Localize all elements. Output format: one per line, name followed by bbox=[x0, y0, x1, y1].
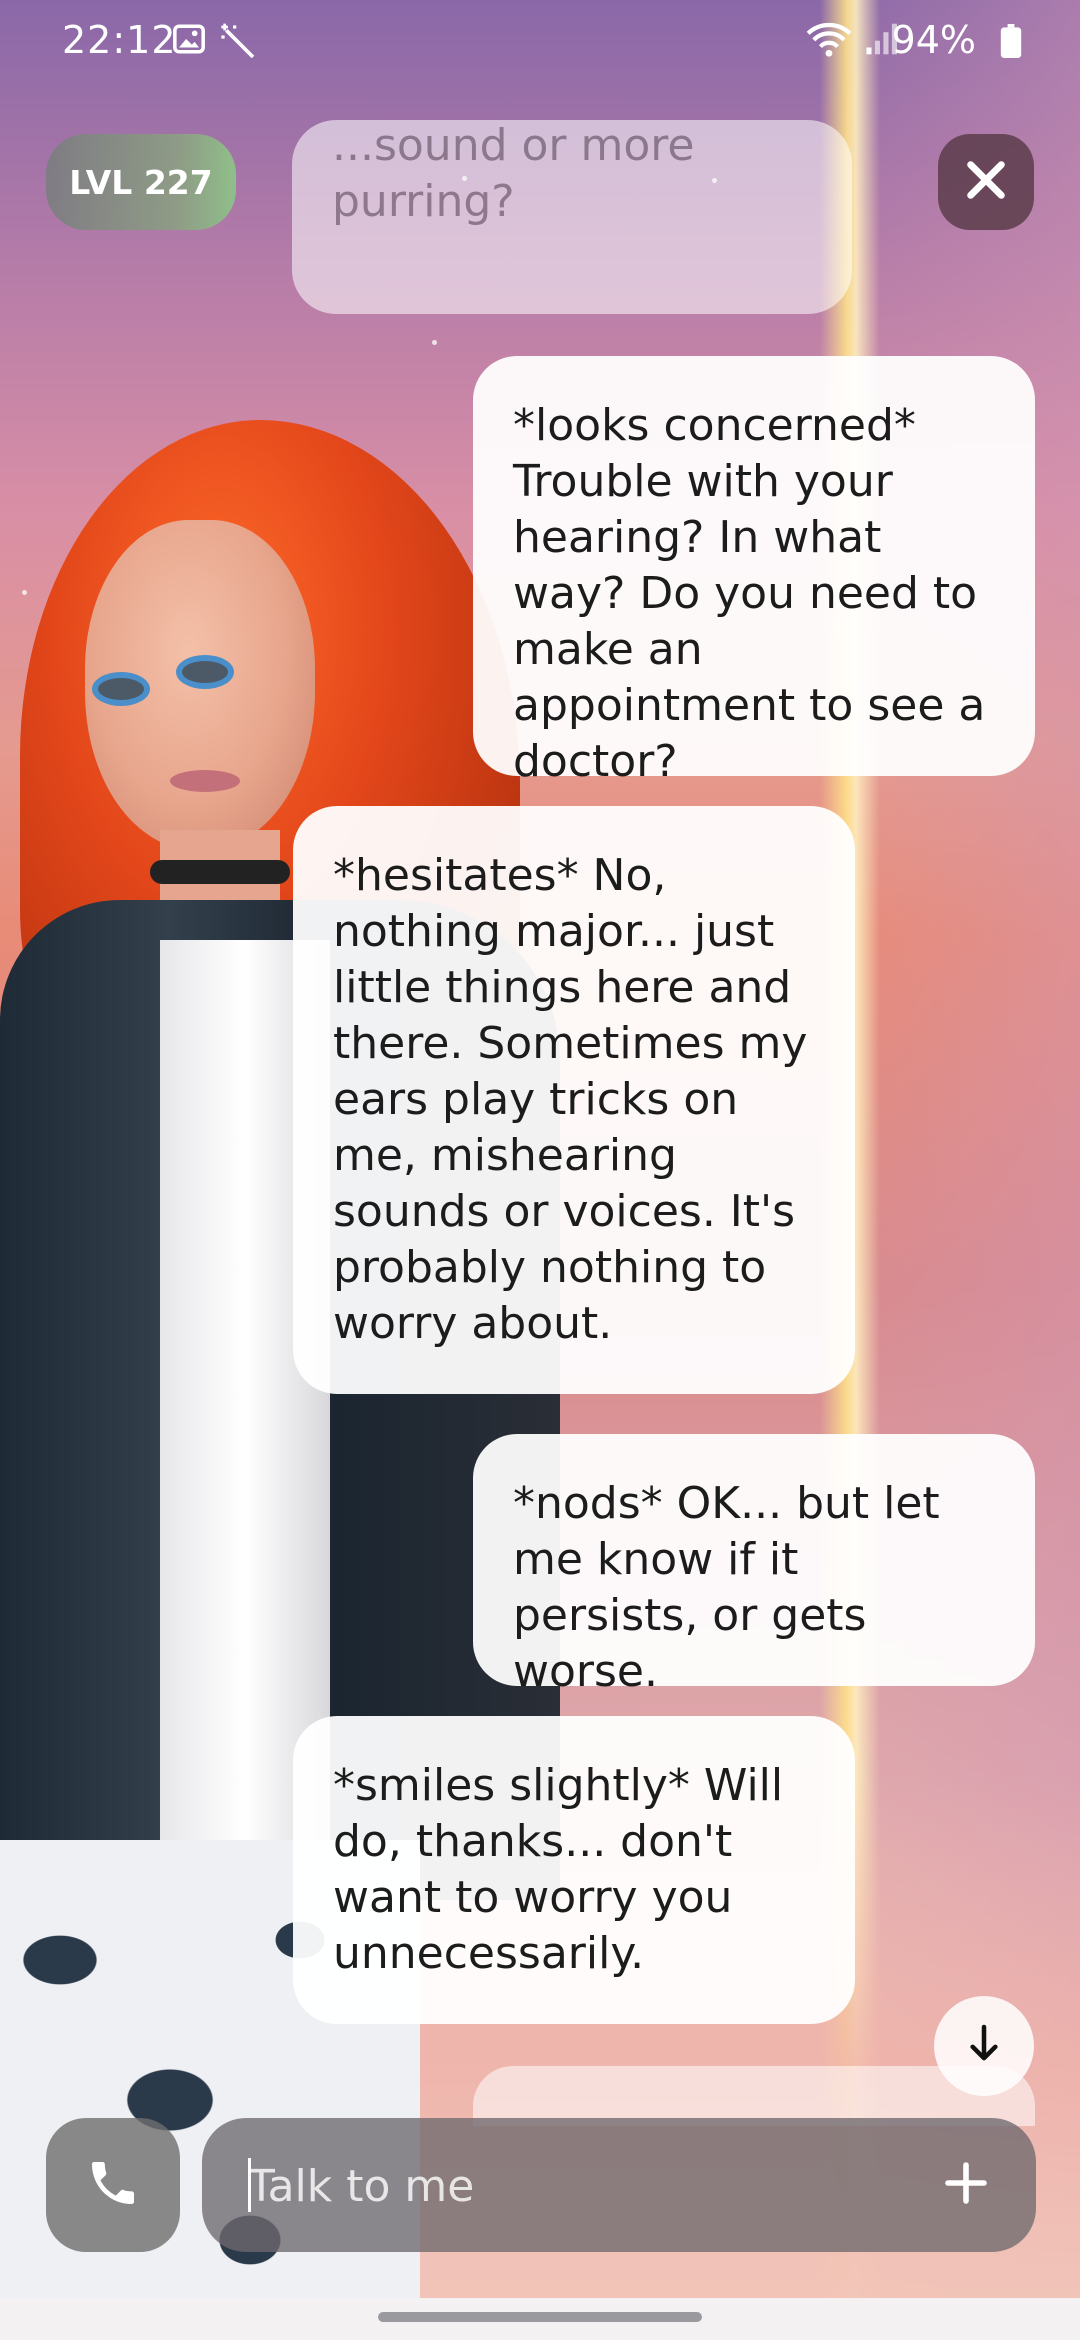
message-ai: ...sound or more purring? bbox=[292, 120, 852, 314]
battery-percent: 94% bbox=[891, 18, 976, 62]
magic-wand-icon bbox=[218, 22, 258, 71]
message-composer bbox=[202, 2118, 1036, 2254]
gallery-icon bbox=[172, 22, 206, 65]
add-button[interactable] bbox=[926, 2145, 1006, 2225]
close-button[interactable] bbox=[938, 134, 1034, 230]
message-text: *looks concerned* Trouble with your hear… bbox=[513, 400, 986, 787]
message-ai: *hesitates* No, nothing major... just li… bbox=[293, 806, 855, 1394]
scroll-down-button[interactable] bbox=[934, 1996, 1034, 2096]
wifi-icon bbox=[806, 20, 852, 67]
message-text: ...sound or more purring? bbox=[332, 120, 695, 227]
message-user: *nods* OK... but let me know if it persi… bbox=[473, 1434, 1035, 1697]
message-ai: *smiles slightly* Will do, thanks... don… bbox=[293, 1716, 855, 2024]
system-nav-bar bbox=[0, 2298, 1080, 2340]
level-badge[interactable]: LVL 227 bbox=[46, 134, 236, 230]
message-input[interactable] bbox=[246, 2118, 890, 2254]
home-indicator[interactable] bbox=[378, 2312, 702, 2322]
status-bar: 22:12 94% bbox=[0, 0, 1080, 80]
text-caret bbox=[248, 2158, 251, 2212]
phone-icon bbox=[85, 2155, 141, 2215]
message-text: *hesitates* No, nothing major... just li… bbox=[333, 850, 808, 1349]
message-user: *looks concerned* Trouble with your hear… bbox=[473, 356, 1035, 787]
call-button[interactable] bbox=[46, 2118, 180, 2252]
plus-icon bbox=[942, 2159, 990, 2211]
battery-icon bbox=[1000, 24, 1022, 67]
level-label: LVL 227 bbox=[69, 162, 213, 202]
status-time: 22:12 bbox=[62, 18, 177, 62]
close-icon bbox=[963, 157, 1009, 207]
message-text: *nods* OK... but let me know if it persi… bbox=[513, 1478, 940, 1697]
arrow-down-icon bbox=[967, 2024, 1001, 2068]
message-text: *smiles slightly* Will do, thanks... don… bbox=[333, 1760, 784, 1979]
